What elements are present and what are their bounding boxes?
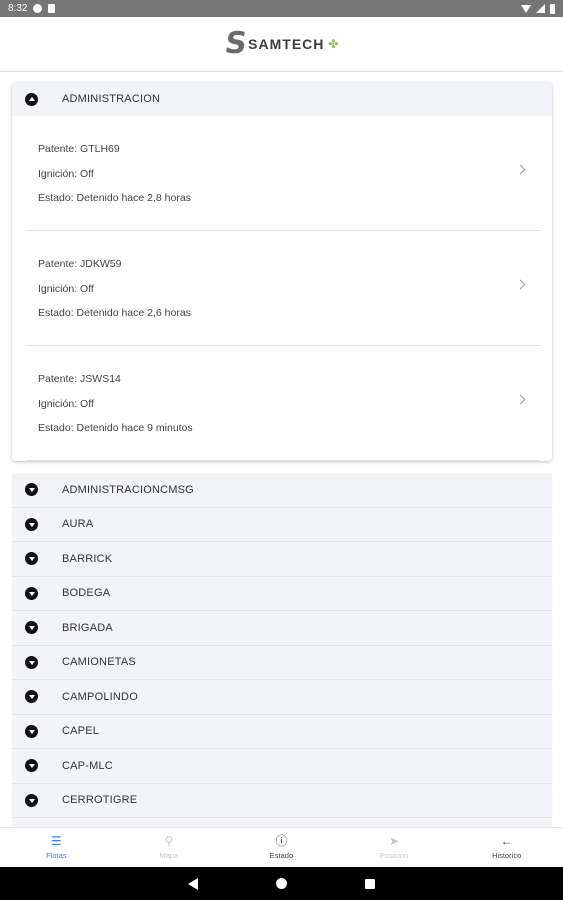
battery-icon bbox=[550, 3, 555, 14]
nav-posicion[interactable]: ➤ Posicion bbox=[338, 828, 451, 867]
group-name: BARRICK bbox=[62, 552, 113, 565]
vehicle-patente: Patente: JDKW59 bbox=[38, 258, 122, 270]
nav-label: Mapa bbox=[159, 851, 179, 860]
group-name: BRIGADA bbox=[62, 621, 113, 634]
group-name: AURA bbox=[62, 518, 94, 531]
logo-flower-icon: ✤ bbox=[328, 37, 339, 51]
collapsed-groups-list: ADMINISTRACIONCMSG AURA BARRICK BODEGA B… bbox=[12, 473, 552, 827]
chevron-right-icon bbox=[515, 164, 526, 175]
chevron-down-icon bbox=[25, 690, 38, 704]
group-name: CAMIONETAS bbox=[62, 656, 136, 669]
chevron-down-icon bbox=[25, 724, 38, 738]
vehicle-ignicion: Ignición: Off bbox=[38, 283, 94, 295]
status-time: 8:32 bbox=[8, 3, 28, 14]
group-row[interactable]: BRIGADA bbox=[12, 611, 552, 646]
vehicle-estado: Estado: Detenido hace 2,8 horas bbox=[38, 192, 191, 204]
vehicle-patente: Patente: GTLH69 bbox=[38, 143, 120, 155]
recents-icon[interactable] bbox=[365, 878, 375, 889]
arrow-left-icon: ← bbox=[500, 834, 513, 848]
chevron-down-icon bbox=[25, 552, 38, 566]
logo-mark: S bbox=[222, 26, 249, 61]
back-icon[interactable] bbox=[188, 877, 198, 890]
nav-flotas[interactable]: ☰ Flotas bbox=[0, 828, 113, 867]
group-row[interactable]: AURA bbox=[12, 507, 552, 542]
group-row[interactable]: BODEGA bbox=[12, 576, 552, 611]
group-name: CAP-MLC bbox=[62, 759, 113, 772]
group-row[interactable]: CAP-MLC bbox=[12, 749, 552, 784]
app-header: S SAMTECH ✤ bbox=[0, 17, 563, 72]
sd-card-icon bbox=[48, 4, 56, 13]
vehicle-ignicion: Ignición: Off bbox=[38, 398, 94, 410]
nav-estado[interactable]: ⓘ Estado bbox=[225, 828, 338, 867]
chevron-right-icon bbox=[515, 394, 526, 405]
group-name: CAMPOLINDO bbox=[62, 690, 138, 703]
chevron-down-icon bbox=[25, 655, 38, 669]
list-icon: ☰ bbox=[50, 834, 62, 848]
nav-label: Flotas bbox=[46, 851, 67, 860]
chevron-down-icon bbox=[25, 621, 38, 635]
group-row[interactable]: CAPEL bbox=[12, 714, 552, 749]
group-name: CERROTIGRE bbox=[62, 794, 138, 807]
vehicle-ignicion: Ignición: Off bbox=[38, 168, 94, 180]
home-icon[interactable] bbox=[276, 878, 287, 889]
group-row[interactable]: CERROTIGRE bbox=[12, 783, 552, 818]
group-row[interactable]: BARRICK bbox=[12, 542, 552, 577]
fleet-list[interactable]: ADMINISTRACION Patente: GTLH69 Ignición:… bbox=[0, 72, 563, 827]
chevron-down-icon bbox=[25, 793, 38, 807]
vehicle-item[interactable]: Patente: GTLH69 Ignición: Off Estado: De… bbox=[26, 116, 540, 231]
chevron-up-icon bbox=[25, 92, 38, 106]
vehicle-item[interactable]: Patente: JSWS14 Ignición: Off Estado: De… bbox=[26, 346, 540, 461]
vehicle-patente: Patente: JSWS14 bbox=[38, 373, 121, 385]
chevron-down-icon bbox=[25, 517, 38, 531]
navigation-icon: ➤ bbox=[389, 834, 400, 848]
group-name: ADMINISTRACIONCMSG bbox=[62, 483, 194, 496]
chevron-down-icon bbox=[25, 586, 38, 600]
group-row[interactable]: ADMINISTRACIONCMSG bbox=[12, 473, 552, 508]
chevron-down-icon bbox=[25, 759, 38, 773]
chevron-down-icon bbox=[25, 483, 38, 497]
nav-label: Estado bbox=[269, 851, 294, 860]
vehicle-estado: Estado: Detenido hace 2,6 horas bbox=[38, 307, 191, 319]
group-row[interactable]: CAMPOLINDO bbox=[12, 680, 552, 715]
group-row[interactable]: CAMIONETAS bbox=[12, 645, 552, 680]
nav-mapa[interactable]: ⚲ Mapa bbox=[113, 828, 226, 867]
signal-icon bbox=[536, 4, 545, 13]
nav-historico[interactable]: ← Historico bbox=[450, 828, 563, 867]
system-navigation-bar bbox=[0, 867, 563, 900]
samtech-logo: S SAMTECH ✤ bbox=[222, 26, 339, 61]
group-card-expanded: ADMINISTRACION Patente: GTLH69 Ignición:… bbox=[12, 82, 552, 461]
vehicle-item[interactable]: Patente: JDKW59 Ignición: Off Estado: De… bbox=[26, 231, 540, 346]
group-name: ADMINISTRACION bbox=[62, 93, 161, 105]
map-pin-icon: ⚲ bbox=[164, 834, 174, 848]
status-bar: 8:32 bbox=[0, 0, 563, 17]
chevron-right-icon bbox=[515, 279, 526, 290]
logo-brand-text: SAMTECH bbox=[248, 36, 325, 52]
nav-label: Historico bbox=[492, 851, 522, 860]
wifi-icon bbox=[521, 4, 531, 13]
info-icon: ⓘ bbox=[275, 834, 288, 848]
bottom-navigation: ☰ Flotas ⚲ Mapa ⓘ Estado ➤ Posicion ← Hi… bbox=[0, 827, 563, 867]
nav-label: Posicion bbox=[379, 851, 409, 860]
g-icon bbox=[33, 4, 43, 13]
group-header-administracion[interactable]: ADMINISTRACION bbox=[12, 82, 552, 116]
group-name: BODEGA bbox=[62, 587, 111, 600]
group-row-partial[interactable] bbox=[12, 818, 552, 827]
vehicle-estado: Estado: Detenido hace 9 minutos bbox=[38, 422, 193, 434]
group-name: CAPEL bbox=[62, 725, 100, 738]
